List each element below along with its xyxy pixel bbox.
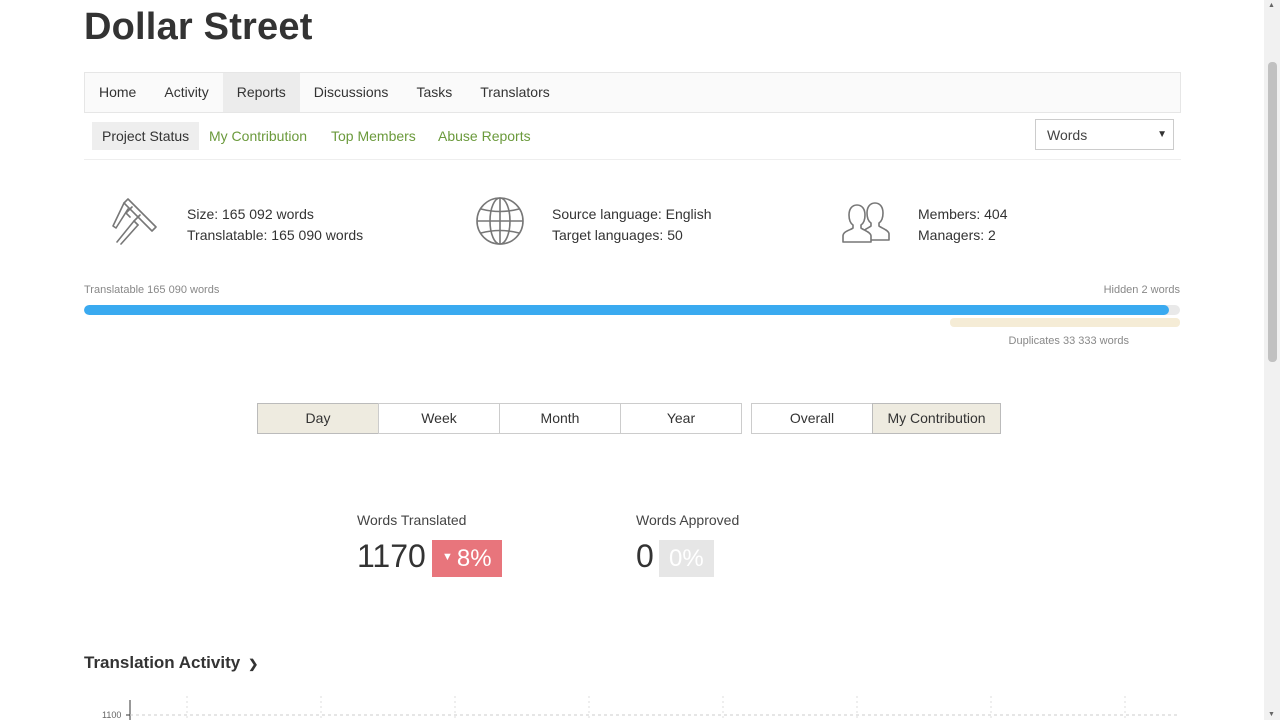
words-approved-value: 0 <box>636 538 654 574</box>
period-month-button[interactable]: Month <box>499 403 621 434</box>
activity-chart-area <box>126 696 1180 720</box>
translation-progress-fill <box>84 305 1170 315</box>
translatable-text: Translatable: 165 090 words <box>187 226 364 243</box>
members-text: Members: 404 <box>918 206 1008 222</box>
tab-project-status[interactable]: Project Status <box>92 122 200 150</box>
scrollbar-thumb[interactable] <box>1268 62 1277 362</box>
size-text: Size: 165 092 words <box>187 206 314 222</box>
tab-abuse-reports[interactable]: Abuse Reports <box>438 122 531 150</box>
translatable-label: Translatable 165 090 words <box>84 284 220 296</box>
source-language-text: Source language: English <box>552 206 712 222</box>
unit-select[interactable]: Words ▼ <box>1035 119 1174 150</box>
page-title: Dollar Street <box>84 6 313 48</box>
words-approved-label: Words Approved <box>636 512 740 528</box>
section-title-text: Translation Activity <box>84 653 241 672</box>
page-scrollbar[interactable]: ▲ ▼ <box>1264 0 1280 720</box>
nav-translators[interactable]: Translators <box>466 73 564 112</box>
approved-change-value: 0% <box>669 545 704 572</box>
target-languages-text: Target languages: 50 <box>552 226 683 243</box>
hidden-label: Hidden 2 words <box>1103 284 1180 296</box>
duplicates-bar <box>950 318 1180 327</box>
sub-nav: Project Status My Contribution Top Membe… <box>84 112 1181 160</box>
caliper-icon <box>112 198 157 245</box>
scope-overall-button[interactable]: Overall <box>751 403 873 434</box>
nav-reports[interactable]: Reports <box>222 73 300 112</box>
translation-progress-bar <box>84 305 1180 315</box>
period-year-button[interactable]: Year <box>620 403 742 434</box>
translated-change-badge: ▼ 8% <box>432 540 502 577</box>
nav-tasks[interactable]: Tasks <box>402 73 466 112</box>
tab-top-members[interactable]: Top Members <box>331 122 416 150</box>
nav-home[interactable]: Home <box>85 73 150 112</box>
chevron-down-icon[interactable]: ❯ <box>248 657 258 671</box>
approved-change-badge: 0% <box>659 540 714 577</box>
triangle-down-icon: ▼ <box>442 551 453 564</box>
caret-down-icon: ▼ <box>1157 129 1167 140</box>
scope-my-contribution-button[interactable]: My Contribution <box>872 403 1001 434</box>
nav-discussions[interactable]: Discussions <box>300 73 403 112</box>
members-icon <box>842 202 890 243</box>
translated-change-value: 8% <box>456 545 492 572</box>
words-translated-value: 1170 <box>357 538 426 574</box>
nav-activity[interactable]: Activity <box>150 73 222 112</box>
period-day-button[interactable]: Day <box>257 403 379 434</box>
period-week-button[interactable]: Week <box>378 403 500 434</box>
tab-my-contribution[interactable]: My Contribution <box>209 122 307 150</box>
globe-icon <box>476 197 524 245</box>
managers-text: Managers: 2 <box>918 226 996 243</box>
translation-activity-heading[interactable]: Translation Activity ❯ <box>84 653 258 673</box>
duplicates-label: Duplicates 33 333 words <box>1008 335 1129 347</box>
main-nav: Home Activity Reports Discussions Tasks … <box>84 72 1181 113</box>
scroll-down-icon[interactable]: ▼ <box>1268 711 1275 718</box>
y-axis-tick-label: 1100 <box>102 710 122 720</box>
words-translated-label: Words Translated <box>357 512 467 528</box>
unit-select-value: Words <box>1047 127 1088 143</box>
scroll-up-icon[interactable]: ▲ <box>1268 2 1275 9</box>
